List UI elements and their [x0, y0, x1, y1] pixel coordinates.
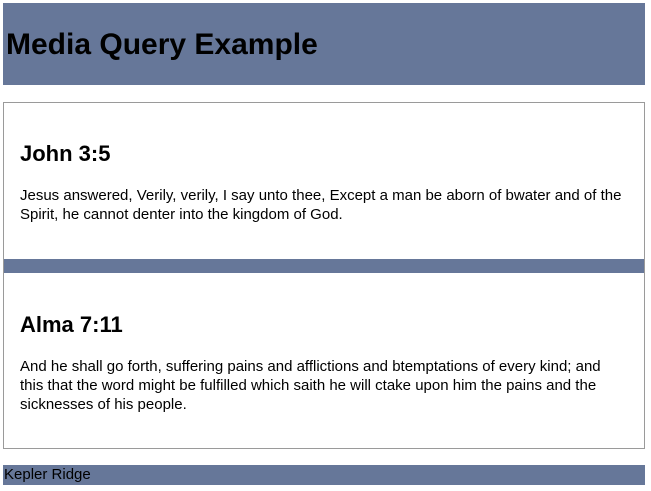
- page-title: Media Query Example: [6, 28, 318, 61]
- main-content: John 3:5 Jesus answered, Verily, verily,…: [3, 102, 645, 449]
- article-john: John 3:5 Jesus answered, Verily, verily,…: [4, 140, 644, 224]
- article-heading: John 3:5: [20, 141, 111, 166]
- page-header: Media Query Example: [3, 3, 645, 85]
- page: Media Query Example John 3:5 Jesus answe…: [0, 0, 651, 491]
- page-footer: Kepler Ridge: [3, 465, 645, 485]
- article-heading: Alma 7:11: [20, 312, 123, 337]
- section-divider: [4, 259, 644, 273]
- article-text: Jesus answered, Verily, verily, I say un…: [20, 187, 622, 223]
- article-text: And he shall go forth, suffering pains a…: [20, 358, 601, 413]
- article-alma: Alma 7:11 And he shall go forth, sufferi…: [4, 311, 644, 414]
- footer-text: Kepler Ridge: [4, 466, 91, 483]
